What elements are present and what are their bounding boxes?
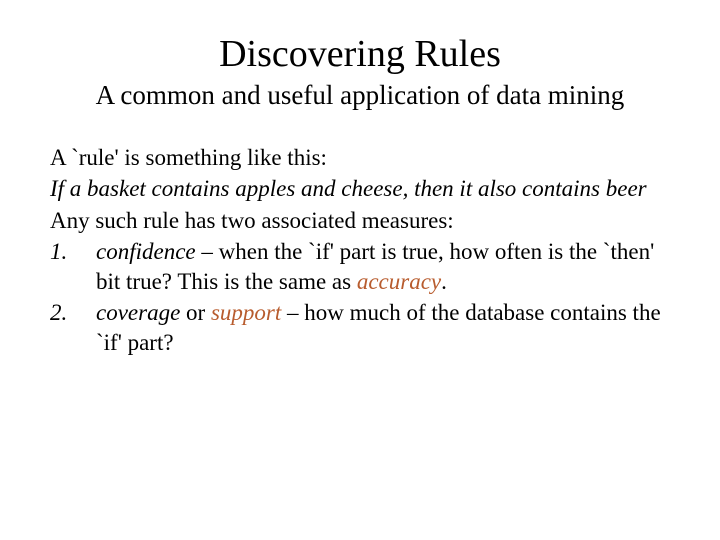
slide-subtitle: A common and useful application of data … (50, 80, 670, 111)
intro-text: A `rule' is something like this: (50, 143, 670, 172)
list-item: 1. confidence – when the `if' part is tr… (50, 237, 670, 296)
slide-title: Discovering Rules (50, 32, 670, 76)
slide-body: A `rule' is something like this: If a ba… (50, 143, 670, 357)
highlight-support: support (211, 300, 281, 325)
list-number: 1. (50, 237, 96, 296)
keyword-confidence: confidence (96, 239, 196, 264)
list-body: coverage or support – how much of the da… (96, 298, 670, 357)
measures-intro: Any such rule has two associated measure… (50, 206, 670, 235)
list-text: . (441, 269, 447, 294)
list-number: 2. (50, 298, 96, 357)
measures-list: 1. confidence – when the `if' part is tr… (50, 237, 670, 357)
keyword-coverage: coverage (96, 300, 180, 325)
slide: Discovering Rules A common and useful ap… (0, 0, 720, 540)
rule-example: If a basket contains apples and cheese, … (50, 174, 670, 203)
list-text: or (180, 300, 211, 325)
highlight-accuracy: accuracy (357, 269, 441, 294)
list-body: confidence – when the `if' part is true,… (96, 237, 670, 296)
list-item: 2. coverage or support – how much of the… (50, 298, 670, 357)
